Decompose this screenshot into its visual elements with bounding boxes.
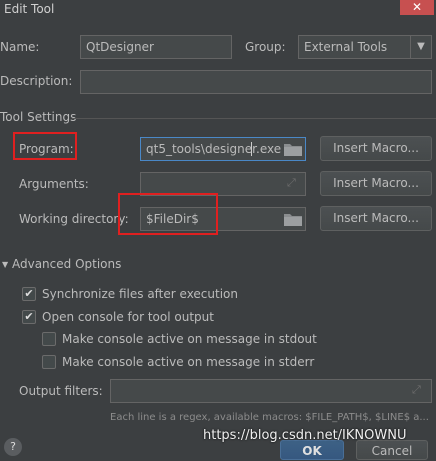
description-input[interactable] <box>80 70 432 94</box>
arguments-insert-macro-button[interactable]: Insert Macro... <box>320 171 432 196</box>
watermark-text: https://blog.csdn.net/IKNOWNU <box>203 428 407 443</box>
expand-icon[interactable]: ⤢ <box>412 383 428 399</box>
open-console-checkbox[interactable]: ✔ <box>22 310 36 324</box>
advanced-options-toggle[interactable]: ▼ Advanced Options <box>2 257 121 271</box>
text-cursor <box>251 142 252 156</box>
folder-icon[interactable] <box>283 141 303 157</box>
program-input[interactable]: qt5_tools\designer.exe <box>140 137 306 161</box>
program-insert-macro-button[interactable]: Insert Macro... <box>320 136 432 161</box>
output-filters-input[interactable] <box>110 379 432 403</box>
name-input[interactable]: QtDesigner <box>80 35 232 59</box>
window-title: Edit Tool <box>4 2 55 16</box>
help-button[interactable]: ? <box>4 438 22 456</box>
program-highlight-box <box>13 132 77 160</box>
cancel-button[interactable]: Cancel <box>356 440 428 460</box>
close-button[interactable]: ✕ <box>400 0 434 15</box>
title-bar: Edit Tool ✕ <box>0 0 436 20</box>
group-label: Group: <box>245 40 286 54</box>
checkmark-icon: ✔ <box>24 287 34 300</box>
checkmark-icon: ✔ <box>24 310 34 323</box>
expand-icon[interactable]: ⤢ <box>287 176 303 192</box>
description-label: Description: <box>0 74 73 88</box>
tool-settings-heading: Tool Settings <box>0 110 77 124</box>
arguments-label: Arguments: <box>19 177 89 191</box>
open-console-label: Open console for tool output <box>42 310 214 324</box>
sync-files-label: Synchronize files after execution <box>42 287 238 301</box>
console-stdout-checkbox[interactable] <box>42 332 56 346</box>
triangle-down-icon: ▼ <box>2 260 9 269</box>
program-value: qt5_tools\designer.exe <box>146 142 282 156</box>
working-directory-label: Working directory: <box>19 212 129 226</box>
close-icon: ✕ <box>411 0 423 14</box>
section-divider <box>72 118 436 119</box>
working-dir-insert-macro-button[interactable]: Insert Macro... <box>320 206 432 231</box>
console-stdout-label: Make console active on message in stdout <box>62 332 317 346</box>
sync-files-checkbox[interactable]: ✔ <box>22 287 36 301</box>
working-dir-highlight-box <box>118 193 218 235</box>
output-filters-label: Output filters: <box>19 384 103 398</box>
advanced-options-label: Advanced Options <box>11 257 122 271</box>
console-stderr-label: Make console active on message in stderr <box>62 355 315 369</box>
group-select[interactable]: External Tools ▼ <box>298 35 432 59</box>
name-label: Name: <box>0 40 40 54</box>
chevron-down-icon: ▼ <box>410 36 431 58</box>
help-icon: ? <box>10 440 16 453</box>
group-value: External Tools <box>304 40 388 54</box>
console-stderr-checkbox[interactable] <box>42 355 56 369</box>
output-filters-hint: Each line is a regex, available macros: … <box>110 412 429 423</box>
folder-icon[interactable] <box>283 211 303 227</box>
ok-button[interactable]: OK <box>280 440 344 460</box>
